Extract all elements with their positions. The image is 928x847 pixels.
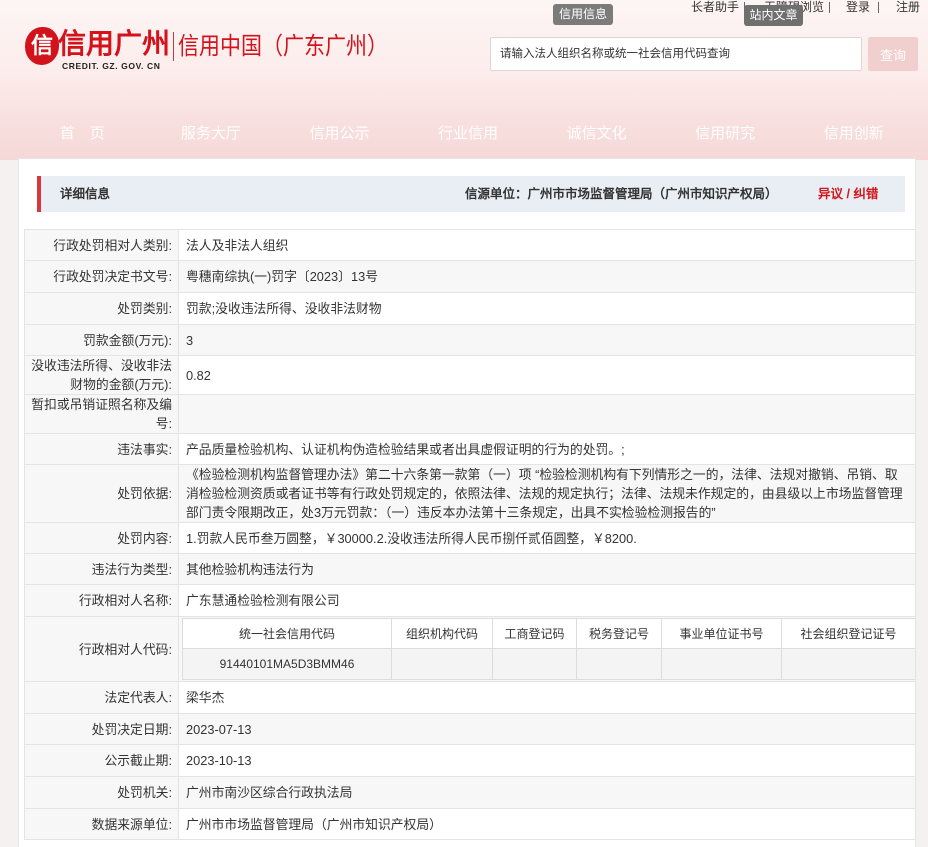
field-label: 处罚决定日期: xyxy=(24,713,179,745)
nav-item-credit-publicity[interactable]: 信用公示 xyxy=(275,111,404,157)
detail-title: 详细信息 xyxy=(60,187,111,201)
code-header: 组织机构代码 xyxy=(391,618,493,649)
table-row: 违法事实: 产品质量检验机构、认证机构伪造检验结果或者出具虚假证明的行为的处罚。; xyxy=(24,433,916,465)
code-header: 税务登记号 xyxy=(576,618,662,649)
field-value: 2023-10-13 xyxy=(178,744,916,777)
link-divider xyxy=(829,2,830,13)
field-label: 行政相对人代码: xyxy=(24,616,179,682)
main-nav: 首 页 服务大厅 信用公示 行业信用 诚信文化 信用研究 信用创新 xyxy=(18,111,918,157)
code-value xyxy=(576,648,662,680)
nav-item-credit-innovation[interactable]: 信用创新 xyxy=(789,111,918,157)
code-header: 工商登记码 xyxy=(492,618,577,649)
elder-assistant-link[interactable]: 长者助手 xyxy=(691,0,739,14)
logo-seal-icon[interactable]: 信 xyxy=(25,27,59,65)
nav-item-credit-research[interactable]: 信用研究 xyxy=(661,111,790,157)
field-value: 2023-07-13 xyxy=(178,713,916,745)
table-row: 处罚类别: 罚款;没收违法所得、没收非法财物 xyxy=(24,292,916,325)
field-value: 粤穗南综执(一)罚字〔2023〕13号 xyxy=(178,260,916,293)
code-value xyxy=(492,648,577,680)
code-header: 社会组织登记证号 xyxy=(781,618,916,649)
field-label: 行政相对人名称: xyxy=(24,584,179,617)
logo-divider xyxy=(173,32,174,61)
table-row: 数据来源单位: 广州市市场监督管理局（广州市知识产权局） xyxy=(24,808,916,840)
code-header: 事业单位证书号 xyxy=(661,618,782,649)
table-row: 处罚机关: 广州市南沙区综合行政执法局 xyxy=(24,776,916,809)
table-row: 行政相对人名称: 广东慧通检验检测有限公司 xyxy=(24,584,916,617)
field-label: 处罚内容: xyxy=(24,522,179,554)
table-row: 处罚内容: 1.罚款人民币叁万圆整，￥30000.2.没收违法所得人民币捌仟贰佰圆… xyxy=(24,522,916,554)
field-value: 产品质量检验机构、认证机构伪造检验结果或者出具虚假证明的行为的处罚。; xyxy=(178,433,916,465)
field-label: 行政处罚相对人类别: xyxy=(24,229,179,261)
table-row: 行政相对人代码: 统一社会信用代码 组织机构代码 工商登记码 税务登记号 事业单位证书号社… xyxy=(24,616,916,682)
field-value: 《检验检测机构监督管理办法》第二十六条第一款第（一）项 “检验检测机构有下列情形… xyxy=(178,464,916,523)
detail-panel: 详细信息 信源单位：广州市市场监督管理局（广州市知识产权局） 异议 / 纠错 行… xyxy=(18,158,916,847)
field-value: 广州市市场监督管理局（广州市知识产权局） xyxy=(178,808,916,840)
field-value xyxy=(178,394,916,434)
table-row: 违法行为类型: 其他检验机构违法行为 xyxy=(24,553,916,585)
code-header: 统一社会信用代码 xyxy=(182,618,392,649)
field-label: 罚款金额(万元): xyxy=(24,324,179,356)
code-value xyxy=(391,648,493,680)
field-value: 0.82 xyxy=(178,355,916,395)
site-domain-text: CREDIT. GZ. GOV. CN xyxy=(62,61,161,71)
login-link[interactable]: 登录 xyxy=(846,0,870,14)
tab-credit-info[interactable]: 信用信息 xyxy=(553,4,613,25)
table-row: 行政处罚决定书文号: 粤穗南综执(一)罚字〔2023〕13号 xyxy=(24,260,916,293)
code-values-row: 91440101MA5D3BMM46 xyxy=(182,648,916,680)
search-button[interactable]: 查询 xyxy=(868,37,918,71)
code-table-cell: 统一社会信用代码 组织机构代码 工商登记码 税务登记号 事业单位证书号 社会组织登记证号 9… xyxy=(178,616,916,682)
search-input[interactable] xyxy=(490,37,862,71)
field-value: 法人及非法人组织 xyxy=(178,229,916,261)
field-label: 处罚依据: xyxy=(24,464,179,523)
table-row: 暂扣或吊销证照名称及编号: xyxy=(24,394,916,434)
table-row: 没收违法所得、没收非法财物的金额(万元): 0.82 xyxy=(24,355,916,395)
logo-seal-glyph: 信 xyxy=(30,33,53,59)
field-label: 法定代表人: xyxy=(24,681,179,714)
field-label: 公示截止期: xyxy=(24,744,179,777)
field-value: 3 xyxy=(178,324,916,356)
site-title: 信用中国（广东广州） xyxy=(178,33,388,60)
field-label: 违法行为类型: xyxy=(24,553,179,585)
code-header-row: 统一社会信用代码 组织机构代码 工商登记码 税务登记号 事业单位证书号 社会组织登记证号 xyxy=(182,618,916,649)
table-row: 处罚决定日期: 2023-07-13 xyxy=(24,713,916,745)
detail-header: 详细信息 信源单位：广州市市场监督管理局（广州市知识产权局） 异议 / 纠错 xyxy=(37,176,905,212)
nav-item-home[interactable]: 首 页 xyxy=(18,111,147,157)
link-divider xyxy=(878,2,879,13)
field-value: 其他检验机构违法行为 xyxy=(178,553,916,585)
field-label: 行政处罚决定书文号: xyxy=(24,260,179,293)
field-value: 罚款;没收违法所得、没收非法财物 xyxy=(178,292,916,325)
nav-item-integrity-culture[interactable]: 诚信文化 xyxy=(532,111,661,157)
field-value: 梁华杰 xyxy=(178,681,916,714)
table-row: 罚款金额(万元): 3 xyxy=(24,324,916,356)
field-label: 违法事实: xyxy=(24,433,179,465)
field-label: 暂扣或吊销证照名称及编号: xyxy=(24,394,179,434)
objection-link[interactable]: 异议 / 纠错 xyxy=(818,176,878,212)
field-label: 数据来源单位: xyxy=(24,808,179,840)
site-logo-text[interactable]: 信用广州 xyxy=(58,27,170,61)
field-value: 1.罚款人民币叁万圆整，￥30000.2.没收违法所得人民币捌仟贰佰圆整，￥82… xyxy=(178,522,916,554)
detail-table: 行政处罚相对人类别: 法人及非法人组织 行政处罚决定书文号: 粤穗南综执(一)罚字〔2… xyxy=(24,229,916,840)
field-value: 广东慧通检验检测有限公司 xyxy=(178,584,916,617)
nav-item-industry-credit[interactable]: 行业信用 xyxy=(404,111,533,157)
table-row: 处罚依据: 《检验检测机构监督管理办法》第二十六条第一款第（一）项 “检验检测机构… xyxy=(24,464,916,523)
nav-item-service-hall[interactable]: 服务大厅 xyxy=(147,111,276,157)
table-row: 行政处罚相对人类别: 法人及非法人组织 xyxy=(24,229,916,261)
source-unit: 信源单位：广州市市场监督管理局（广州市知识产权局） xyxy=(465,187,778,201)
table-row: 法定代表人: 梁华杰 xyxy=(24,681,916,714)
field-value: 广州市南沙区综合行政执法局 xyxy=(178,776,916,809)
table-row: 公示截止期: 2023-10-13 xyxy=(24,744,916,777)
code-value xyxy=(661,648,782,680)
code-value xyxy=(781,648,916,680)
code-value: 91440101MA5D3BMM46 xyxy=(182,648,392,680)
field-label: 没收违法所得、没收非法财物的金额(万元): xyxy=(24,355,179,395)
register-link[interactable]: 注册 xyxy=(896,0,920,14)
field-label: 处罚机关: xyxy=(24,776,179,809)
field-label: 处罚类别: xyxy=(24,292,179,325)
entity-code-table: 统一社会信用代码 组织机构代码 工商登记码 税务登记号 事业单位证书号 社会组织登记证号 9… xyxy=(182,618,916,680)
tab-site-articles[interactable]: 站内文章 xyxy=(744,5,803,26)
